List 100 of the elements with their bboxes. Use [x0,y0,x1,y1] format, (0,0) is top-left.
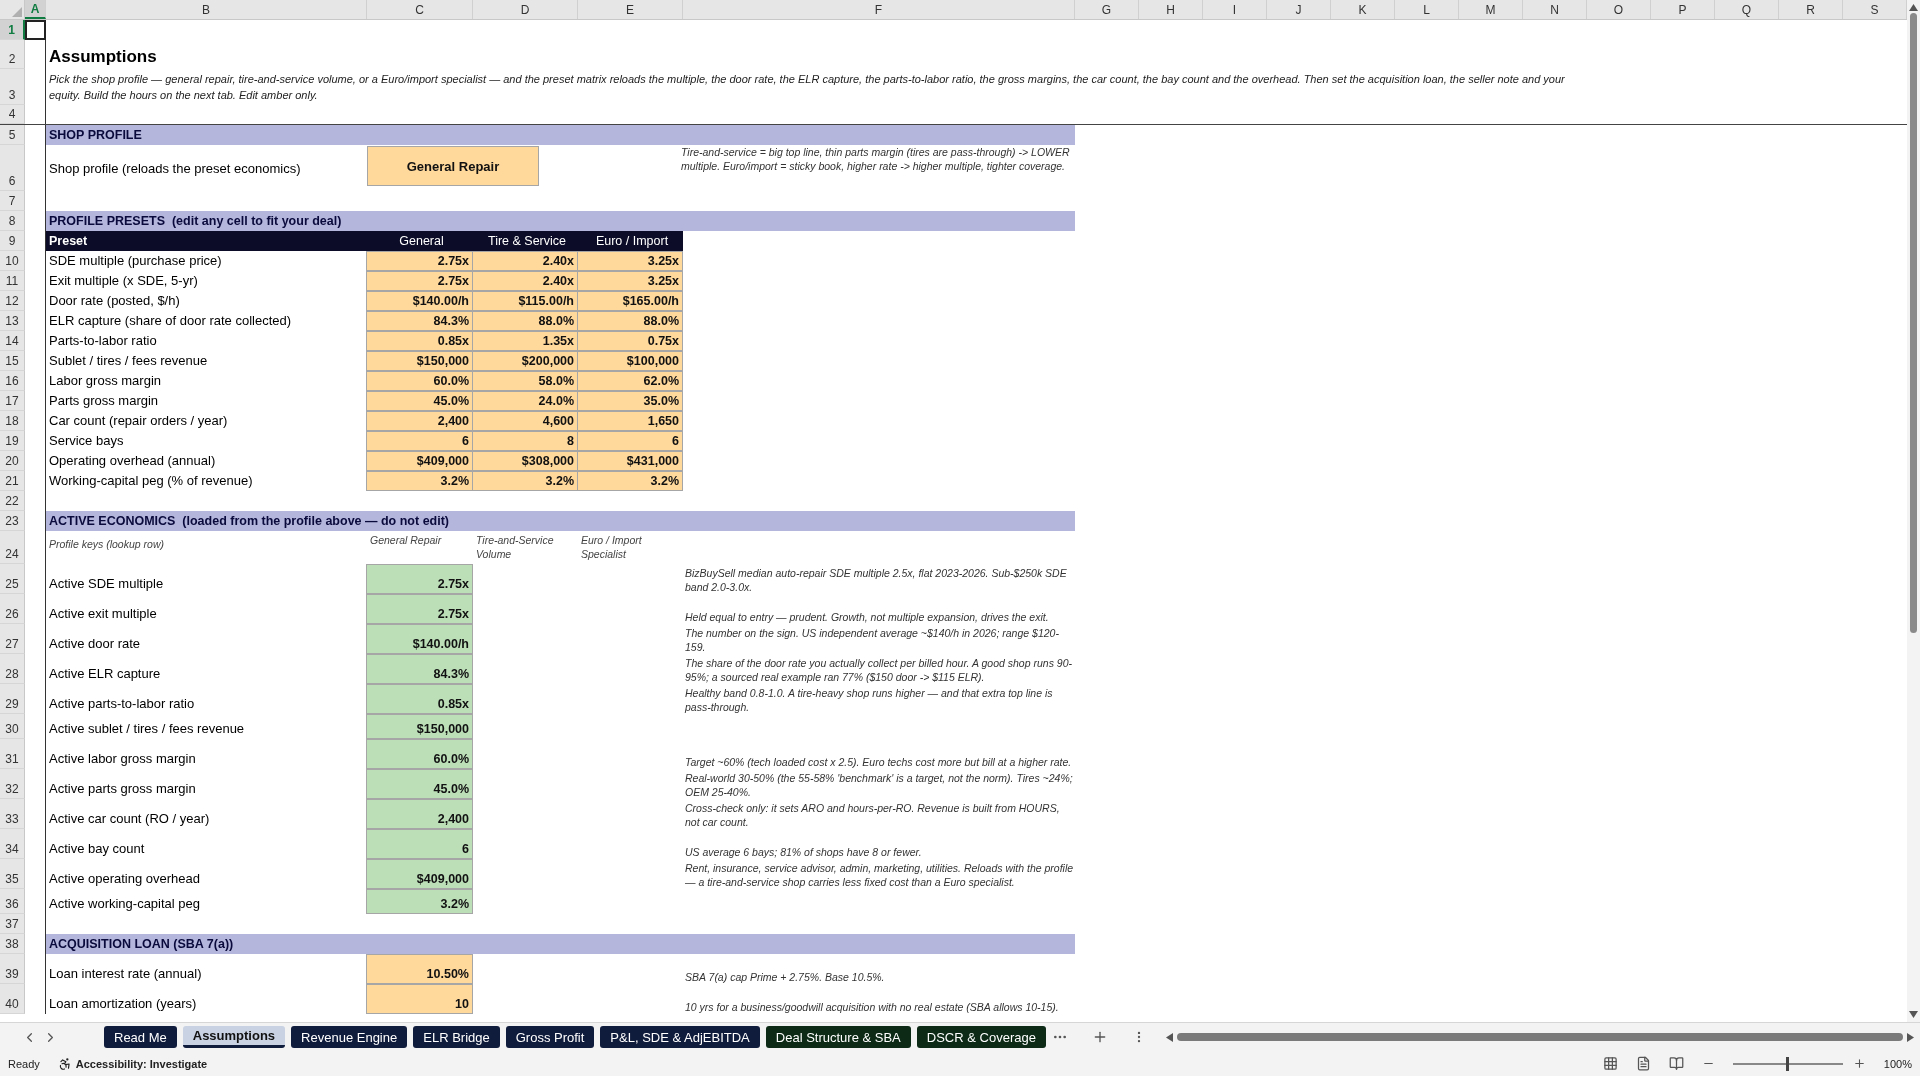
sheet-tab[interactable]: ELR Bridge [413,1026,500,1048]
input-cell[interactable]: 2.40x [472,251,578,271]
input-cell[interactable]: 8 [472,431,578,451]
profile-dropdown-cell[interactable]: General Repair [367,146,539,186]
input-cell[interactable]: 0.75x [577,331,683,351]
input-cell[interactable]: 1.35x [472,331,578,351]
accessibility-status[interactable]: Accessibility: Investigate [57,1056,208,1071]
input-cell[interactable]: $100,000 [577,351,683,371]
input-cell[interactable]: 3.2% [577,471,683,491]
row-number[interactable]: 11 [0,271,25,291]
row-number[interactable]: 17 [0,391,25,411]
vertical-scrollbar[interactable] [1907,0,1920,1022]
input-cell[interactable]: 2.40x [472,271,578,291]
sheet-tab[interactable]: Gross Profit [505,1026,595,1048]
formula-cell[interactable]: $409,000 [366,859,473,889]
formula-cell[interactable]: 2.75x [366,594,473,624]
input-cell[interactable]: $308,000 [472,451,578,471]
row-number[interactable]: 8 [0,211,25,231]
row-number[interactable]: 36 [0,889,25,914]
input-cell[interactable]: $431,000 [577,451,683,471]
formula-cell[interactable]: 45.0% [366,769,473,799]
input-cell[interactable]: 0.85x [366,331,473,351]
formula-cell[interactable]: $140.00/h [366,624,473,654]
scrollbar-thumb[interactable] [1910,13,1917,633]
formula-cell[interactable]: 2,400 [366,799,473,829]
input-cell[interactable]: 4,600 [472,411,578,431]
row-number[interactable]: 21 [0,471,25,491]
row-number[interactable]: 23 [0,511,25,531]
input-cell[interactable]: 3.2% [366,471,473,491]
formula-cell[interactable]: 2.75x [366,564,473,594]
formula-cell[interactable]: 6 [366,829,473,859]
input-cell[interactable]: 58.0% [472,371,578,391]
active-cell[interactable] [25,20,46,40]
formula-cell[interactable]: 84.3% [366,654,473,684]
row-number[interactable]: 13 [0,311,25,331]
sheet-tab[interactable]: Revenue Engine [291,1026,408,1048]
row-number[interactable]: 14 [0,331,25,351]
row-number[interactable]: 6 [0,145,25,191]
formula-cell[interactable]: 0.85x [366,684,473,714]
input-cell[interactable]: 45.0% [366,391,473,411]
sheet-tab[interactable]: Read Me [104,1026,177,1048]
input-cell[interactable]: 6 [366,431,473,451]
zoom-thumb[interactable] [1785,1056,1789,1071]
row-number[interactable]: 9 [0,231,25,251]
input-cell[interactable]: $150,000 [366,351,473,371]
row-number[interactable]: 33 [0,799,25,829]
input-cell[interactable]: 35.0% [577,391,683,411]
input-cell[interactable]: 3.25x [577,271,683,291]
row-number[interactable]: 28 [0,654,25,684]
row-number[interactable]: 39 [0,954,25,984]
input-cell[interactable]: $140.00/h [366,291,473,311]
zoom-level[interactable]: 100% [1883,1057,1912,1070]
input-cell[interactable]: $115.00/h [472,291,578,311]
row-number[interactable]: 26 [0,594,25,624]
input-cell[interactable]: 88.0% [472,311,578,331]
row-number[interactable]: 25 [0,564,25,594]
input-cell[interactable]: 2.75x [366,251,473,271]
input-cell[interactable]: 24.0% [472,391,578,411]
row-number[interactable]: 16 [0,371,25,391]
input-cell[interactable]: $409,000 [366,451,473,471]
row-number[interactable]: 2 [0,40,25,69]
row-number[interactable]: 19 [0,431,25,451]
row-number[interactable]: 7 [0,191,25,211]
row-number[interactable]: 10 [0,251,25,271]
input-cell[interactable]: 60.0% [366,371,473,391]
row-number[interactable]: 1 [0,20,25,40]
row-number[interactable]: 27 [0,624,25,654]
input-cell[interactable]: 6 [577,431,683,451]
input-cell[interactable]: $200,000 [472,351,578,371]
row-number[interactable]: 20 [0,451,25,471]
row-number[interactable]: 30 [0,714,25,739]
formula-cell[interactable]: 3.2% [366,889,473,914]
row-number[interactable]: 15 [0,351,25,371]
sheet-tab[interactable]: Assumptions [182,1026,286,1048]
input-cell[interactable]: $165.00/h [577,291,683,311]
sheet-tab[interactable]: Deal Structure & SBA [765,1026,911,1048]
row-number[interactable]: 12 [0,291,25,311]
normal-view-button[interactable] [1602,1056,1618,1071]
row-number[interactable]: 4 [0,105,25,124]
input-cell[interactable]: 10 [366,984,473,1014]
row-number[interactable]: 37 [0,914,25,934]
row-number[interactable]: 34 [0,829,25,859]
input-cell[interactable]: 2.75x [366,271,473,291]
row-number[interactable]: 35 [0,859,25,889]
row-number[interactable]: 5 [0,125,25,145]
page-break-button[interactable] [1668,1056,1684,1071]
row-number[interactable]: 3 [0,69,25,105]
input-cell[interactable]: 1,650 [577,411,683,431]
row-number[interactable]: 24 [0,531,25,564]
scrollbar-thumb[interactable] [1176,1033,1903,1041]
horizontal-scrollbar[interactable] [1165,1032,1914,1042]
input-cell[interactable]: 3.2% [472,471,578,491]
input-cell[interactable]: 2,400 [366,411,473,431]
row-number[interactable]: 32 [0,769,25,799]
zoom-in-button[interactable] [1852,1057,1866,1070]
row-number[interactable]: 38 [0,934,25,954]
row-number[interactable]: 22 [0,491,25,511]
input-cell[interactable]: 10.50% [366,954,473,984]
page-layout-button[interactable] [1635,1056,1651,1071]
formula-cell[interactable]: $150,000 [366,714,473,739]
